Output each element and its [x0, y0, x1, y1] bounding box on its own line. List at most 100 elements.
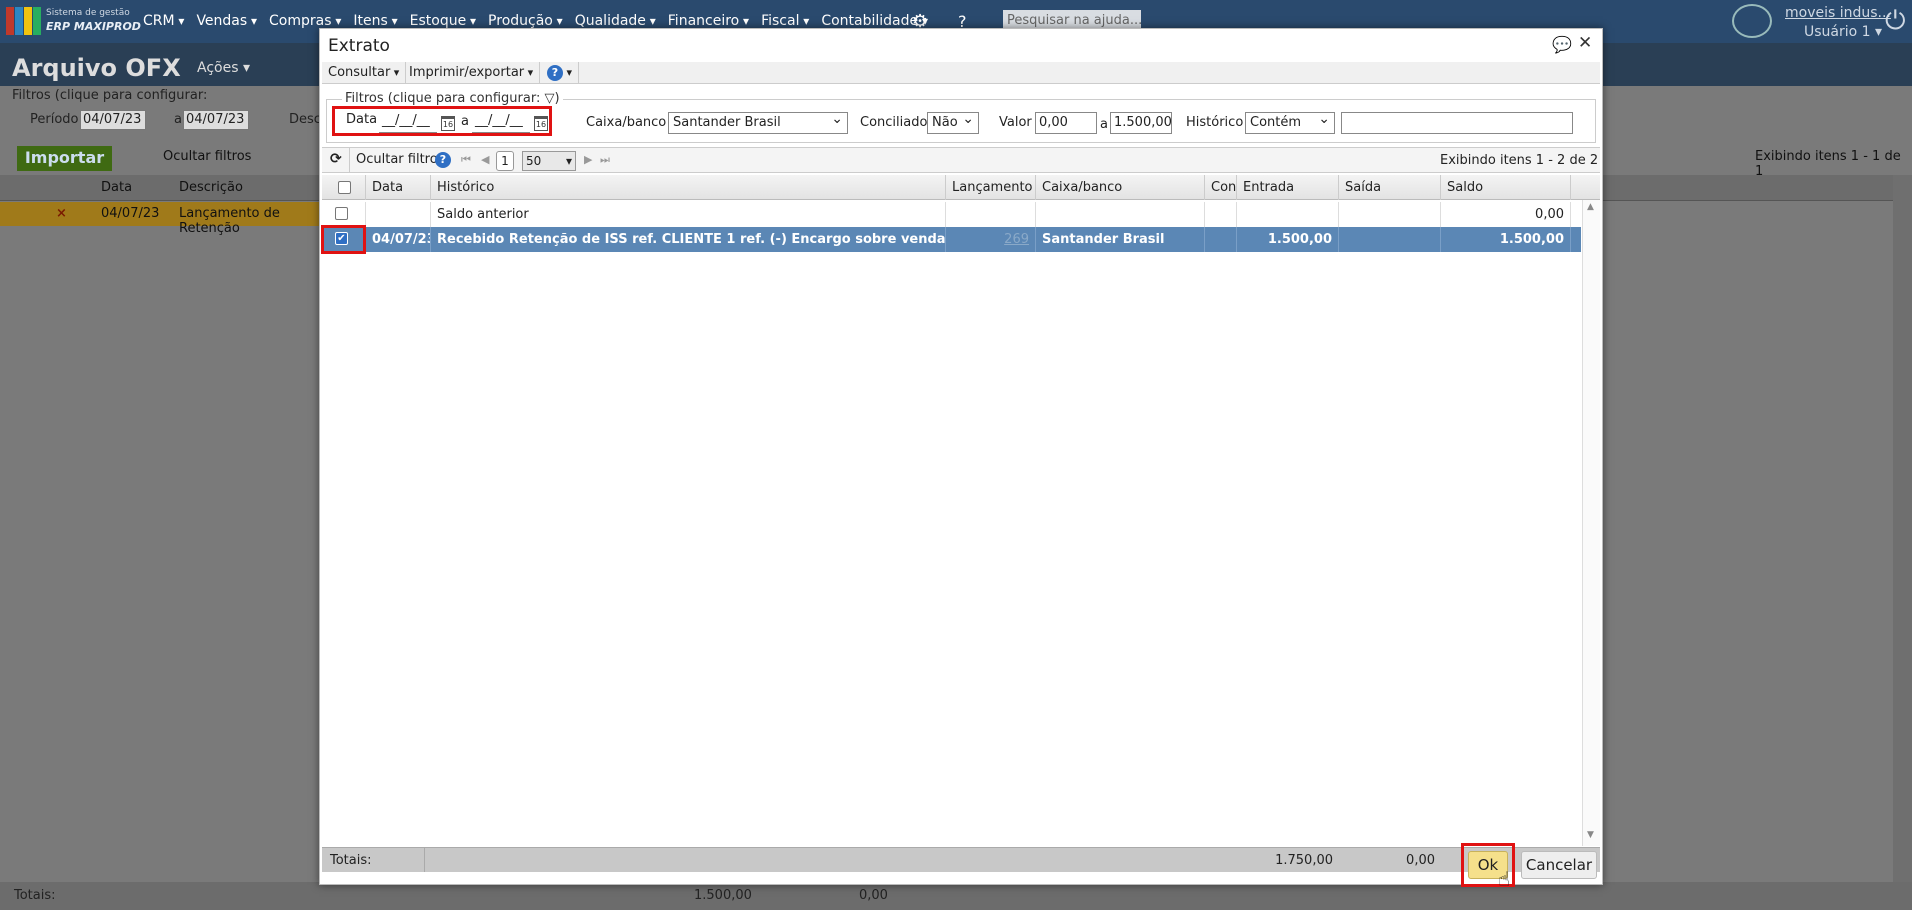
- page-row-date: 04/07/23: [101, 206, 160, 221]
- menu-crm[interactable]: CRM: [143, 13, 184, 29]
- menu-estoque[interactable]: Estoque: [410, 13, 476, 29]
- user-menu[interactable]: Usuário 1 ▾: [1804, 24, 1882, 40]
- periodo-label: Período: [30, 112, 79, 127]
- caixa-banco-label: Caixa/banco: [586, 115, 667, 130]
- valor-to-input[interactable]: 1.500,00: [1110, 112, 1172, 134]
- page-total-value-1: 1.500,00: [694, 888, 752, 903]
- totals-label: Totais:: [330, 853, 372, 868]
- first-page-icon[interactable]: ⏮: [461, 153, 471, 167]
- refresh-icon[interactable]: ⟳: [330, 151, 342, 167]
- valor-from-input[interactable]: 0,00: [1035, 112, 1097, 134]
- next-page-icon[interactable]: ▶: [584, 153, 592, 166]
- historico-mode-select[interactable]: Contém: [1245, 111, 1335, 134]
- total-saida: 0,00: [1406, 853, 1435, 868]
- col-entrada[interactable]: Entrada: [1237, 175, 1339, 200]
- periodo-to-input[interactable]: 04/07/23: [183, 110, 249, 130]
- menu-fiscal[interactable]: Fiscal: [761, 13, 809, 29]
- cell-data: [366, 202, 431, 227]
- last-page-icon[interactable]: ⏭: [600, 153, 610, 167]
- hide-filters-button[interactable]: Ocultar filtros: [356, 152, 444, 167]
- conciliado-select[interactable]: Não: [927, 111, 979, 134]
- page-totals-label: Totais:: [14, 888, 56, 903]
- col-data[interactable]: Data: [366, 175, 431, 200]
- cell-entrada: [1237, 202, 1339, 227]
- prev-page-icon[interactable]: ◀: [481, 153, 489, 166]
- help-menu[interactable]: ?: [541, 62, 580, 84]
- lancamento-link[interactable]: 269: [946, 227, 1036, 252]
- historico-label: Histórico: [1186, 115, 1244, 130]
- pagination-info: Exibindo itens 1 - 2 de 2: [1440, 153, 1599, 168]
- header-checkbox-cell: [322, 175, 366, 200]
- page-size-select[interactable]: 50 ▾: [522, 151, 576, 171]
- page-scrollbar[interactable]: [1893, 175, 1912, 882]
- imprimir-exportar-menu[interactable]: Imprimir/exportar: [403, 62, 541, 84]
- dialog-menu-bar: Consultar Imprimir/exportar ?: [322, 62, 1600, 84]
- cell-conciliado: [1205, 227, 1237, 252]
- menu-itens[interactable]: Itens: [353, 13, 397, 29]
- dialog-title: Extrato: [328, 36, 390, 56]
- table-row[interactable]: Saldo anterior 0,00: [322, 202, 1581, 227]
- grid-help-icon[interactable]: ?: [435, 152, 451, 168]
- cell-historico: Recebido Retenção de ISS ref. CLIENTE 1 …: [431, 227, 946, 252]
- caixa-banco-select[interactable]: Santander Brasil: [668, 111, 848, 134]
- scroll-down-icon[interactable]: ▼: [1587, 830, 1594, 840]
- page-hide-filters[interactable]: Ocultar filtros: [163, 149, 251, 164]
- cell-conciliado: [1205, 202, 1237, 227]
- col-saida[interactable]: Saída: [1339, 175, 1441, 200]
- menu-qualidade[interactable]: Qualidade: [575, 13, 656, 29]
- maxiprod-logo[interactable]: [6, 7, 42, 35]
- cell-saldo: 0,00: [1441, 202, 1571, 227]
- col-conciliado[interactable]: Conc: [1205, 175, 1237, 200]
- cell-saida: [1339, 202, 1441, 227]
- table-row-selected[interactable]: ✔ 04/07/23 Recebido Retenção de ISS ref.…: [322, 227, 1581, 252]
- menu-financeiro[interactable]: Financeiro: [668, 13, 749, 29]
- periodo-sep: a: [174, 112, 182, 127]
- import-button[interactable]: Importar: [17, 146, 112, 171]
- page-col-descricao[interactable]: Descrição: [179, 180, 243, 195]
- col-lancamento[interactable]: Lançamento: [946, 175, 1036, 200]
- power-icon[interactable]: ⏻: [1885, 6, 1906, 37]
- historico-text-input[interactable]: [1341, 112, 1573, 134]
- grid-toolbar: ⟳ Ocultar filtros ? ⏮ ◀ 1 50 ▾ ▶ ⏭ Exibin…: [322, 147, 1600, 173]
- page-number-input[interactable]: 1: [496, 151, 514, 171]
- company-link[interactable]: moveis indus...: [1785, 5, 1891, 21]
- help-icon: ?: [547, 65, 563, 81]
- page-col-data[interactable]: Data: [101, 180, 132, 195]
- checkbox-highlight: [321, 225, 366, 254]
- col-historico[interactable]: Histórico: [431, 175, 946, 200]
- totals-divider: [424, 848, 425, 872]
- data-filter-highlight: [332, 106, 552, 136]
- comment-icon[interactable]: 💬: [1552, 35, 1572, 54]
- main-menu: CRM Vendas Compras Itens Estoque Produçã…: [143, 13, 940, 29]
- brand-subtitle: Sistema de gestão: [46, 8, 130, 18]
- scroll-up-icon[interactable]: ▲: [1587, 202, 1594, 212]
- periodo-from-input[interactable]: 04/07/23: [80, 110, 146, 130]
- cell-entrada: 1.500,00: [1237, 227, 1339, 252]
- page-size-value: 50: [526, 154, 542, 168]
- select-all-checkbox[interactable]: [338, 181, 351, 194]
- grid-header: Data Histórico Lançamento Caixa/banco Co…: [322, 175, 1600, 200]
- grid-scrollbar[interactable]: ▲ ▼: [1582, 200, 1600, 846]
- status-x-icon: ×: [56, 206, 67, 221]
- acoes-menu[interactable]: Ações ▾: [197, 60, 250, 76]
- menu-compras[interactable]: Compras: [269, 13, 341, 29]
- close-icon[interactable]: ✕: [1578, 33, 1592, 53]
- filters-legend[interactable]: Filtros (clique para configurar: ▽): [342, 91, 563, 106]
- extrato-dialog: Extrato 💬 ✕ Consultar Imprimir/exportar …: [319, 28, 1603, 891]
- page-filters-legend[interactable]: Filtros (clique para configurar:: [12, 88, 207, 103]
- consultar-menu[interactable]: Consultar: [322, 62, 407, 84]
- cancel-button[interactable]: Cancelar: [1521, 851, 1597, 879]
- menu-producao[interactable]: Produção: [488, 13, 563, 29]
- chat-icon[interactable]: [1732, 4, 1772, 38]
- page-table-row[interactable]: × 04/07/23 Lançamento de Retenção: [0, 202, 330, 236]
- page-total-value-2: 0,00: [859, 888, 888, 903]
- col-caixa-banco[interactable]: Caixa/banco: [1036, 175, 1205, 200]
- menu-vendas[interactable]: Vendas: [196, 13, 257, 29]
- hand-cursor-icon: ☝: [1498, 867, 1511, 891]
- filter-funnel-icon: ▽: [544, 91, 555, 106]
- page-totals-bar: Totais: 1.500,00 0,00: [0, 882, 1912, 910]
- row-checkbox[interactable]: [335, 207, 348, 220]
- total-entrada: 1.750,00: [1275, 853, 1333, 868]
- valor-label: Valor: [999, 115, 1032, 130]
- col-saldo[interactable]: Saldo: [1441, 175, 1571, 200]
